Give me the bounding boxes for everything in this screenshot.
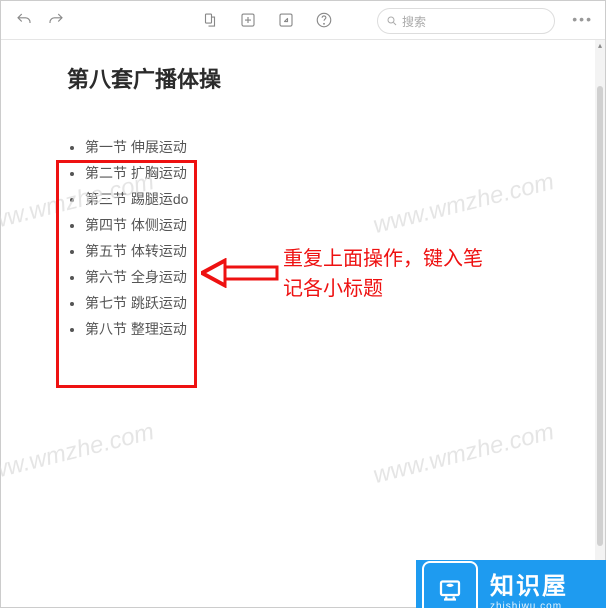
brand-text: 知识屋 zhishiwu.com xyxy=(490,566,568,608)
toolbar-center xyxy=(201,11,333,29)
scroll-thumb[interactable] xyxy=(597,86,603,546)
annotation-text: 重复上面操作，键入笔 记各小标题 xyxy=(283,244,483,304)
page-title[interactable]: 第八套广播体操 xyxy=(67,62,605,94)
help-icon[interactable] xyxy=(315,11,333,29)
annotation-highlight-box xyxy=(56,160,197,388)
redo-icon[interactable] xyxy=(47,11,65,29)
annotation-line: 记各小标题 xyxy=(283,274,483,304)
toolbar: 搜索 ••• xyxy=(1,1,605,40)
share-icon[interactable] xyxy=(277,11,295,29)
brand-name-cn: 知识屋 xyxy=(490,566,568,601)
attachment-icon[interactable] xyxy=(201,11,219,29)
vertical-scrollbar[interactable]: ▴ ▾ xyxy=(595,40,605,608)
watermark: www.wmzhe.com xyxy=(0,418,157,490)
toolbar-history xyxy=(9,11,65,29)
more-button[interactable]: ••• xyxy=(572,11,593,27)
annotation-arrow-icon xyxy=(201,258,281,293)
undo-icon[interactable] xyxy=(15,11,33,29)
scroll-up-icon[interactable]: ▴ xyxy=(595,40,605,50)
brand-name-en: zhishiwu.com xyxy=(490,601,568,608)
search-placeholder: 搜索 xyxy=(402,13,426,30)
brand-badge: 知识屋 zhishiwu.com xyxy=(416,560,606,608)
insert-icon[interactable] xyxy=(239,11,257,29)
watermark: www.wmzhe.com xyxy=(370,168,557,240)
watermark: www.wmzhe.com xyxy=(370,418,557,490)
brand-logo-icon xyxy=(422,561,478,608)
search-input[interactable]: 搜索 xyxy=(377,8,555,34)
annotation-line: 重复上面操作，键入笔 xyxy=(283,244,483,274)
document-body: www.wmzhe.com www.wmzhe.com www.wmzhe.co… xyxy=(1,40,605,608)
list-item[interactable]: 第一节 伸展运动 xyxy=(85,134,189,160)
